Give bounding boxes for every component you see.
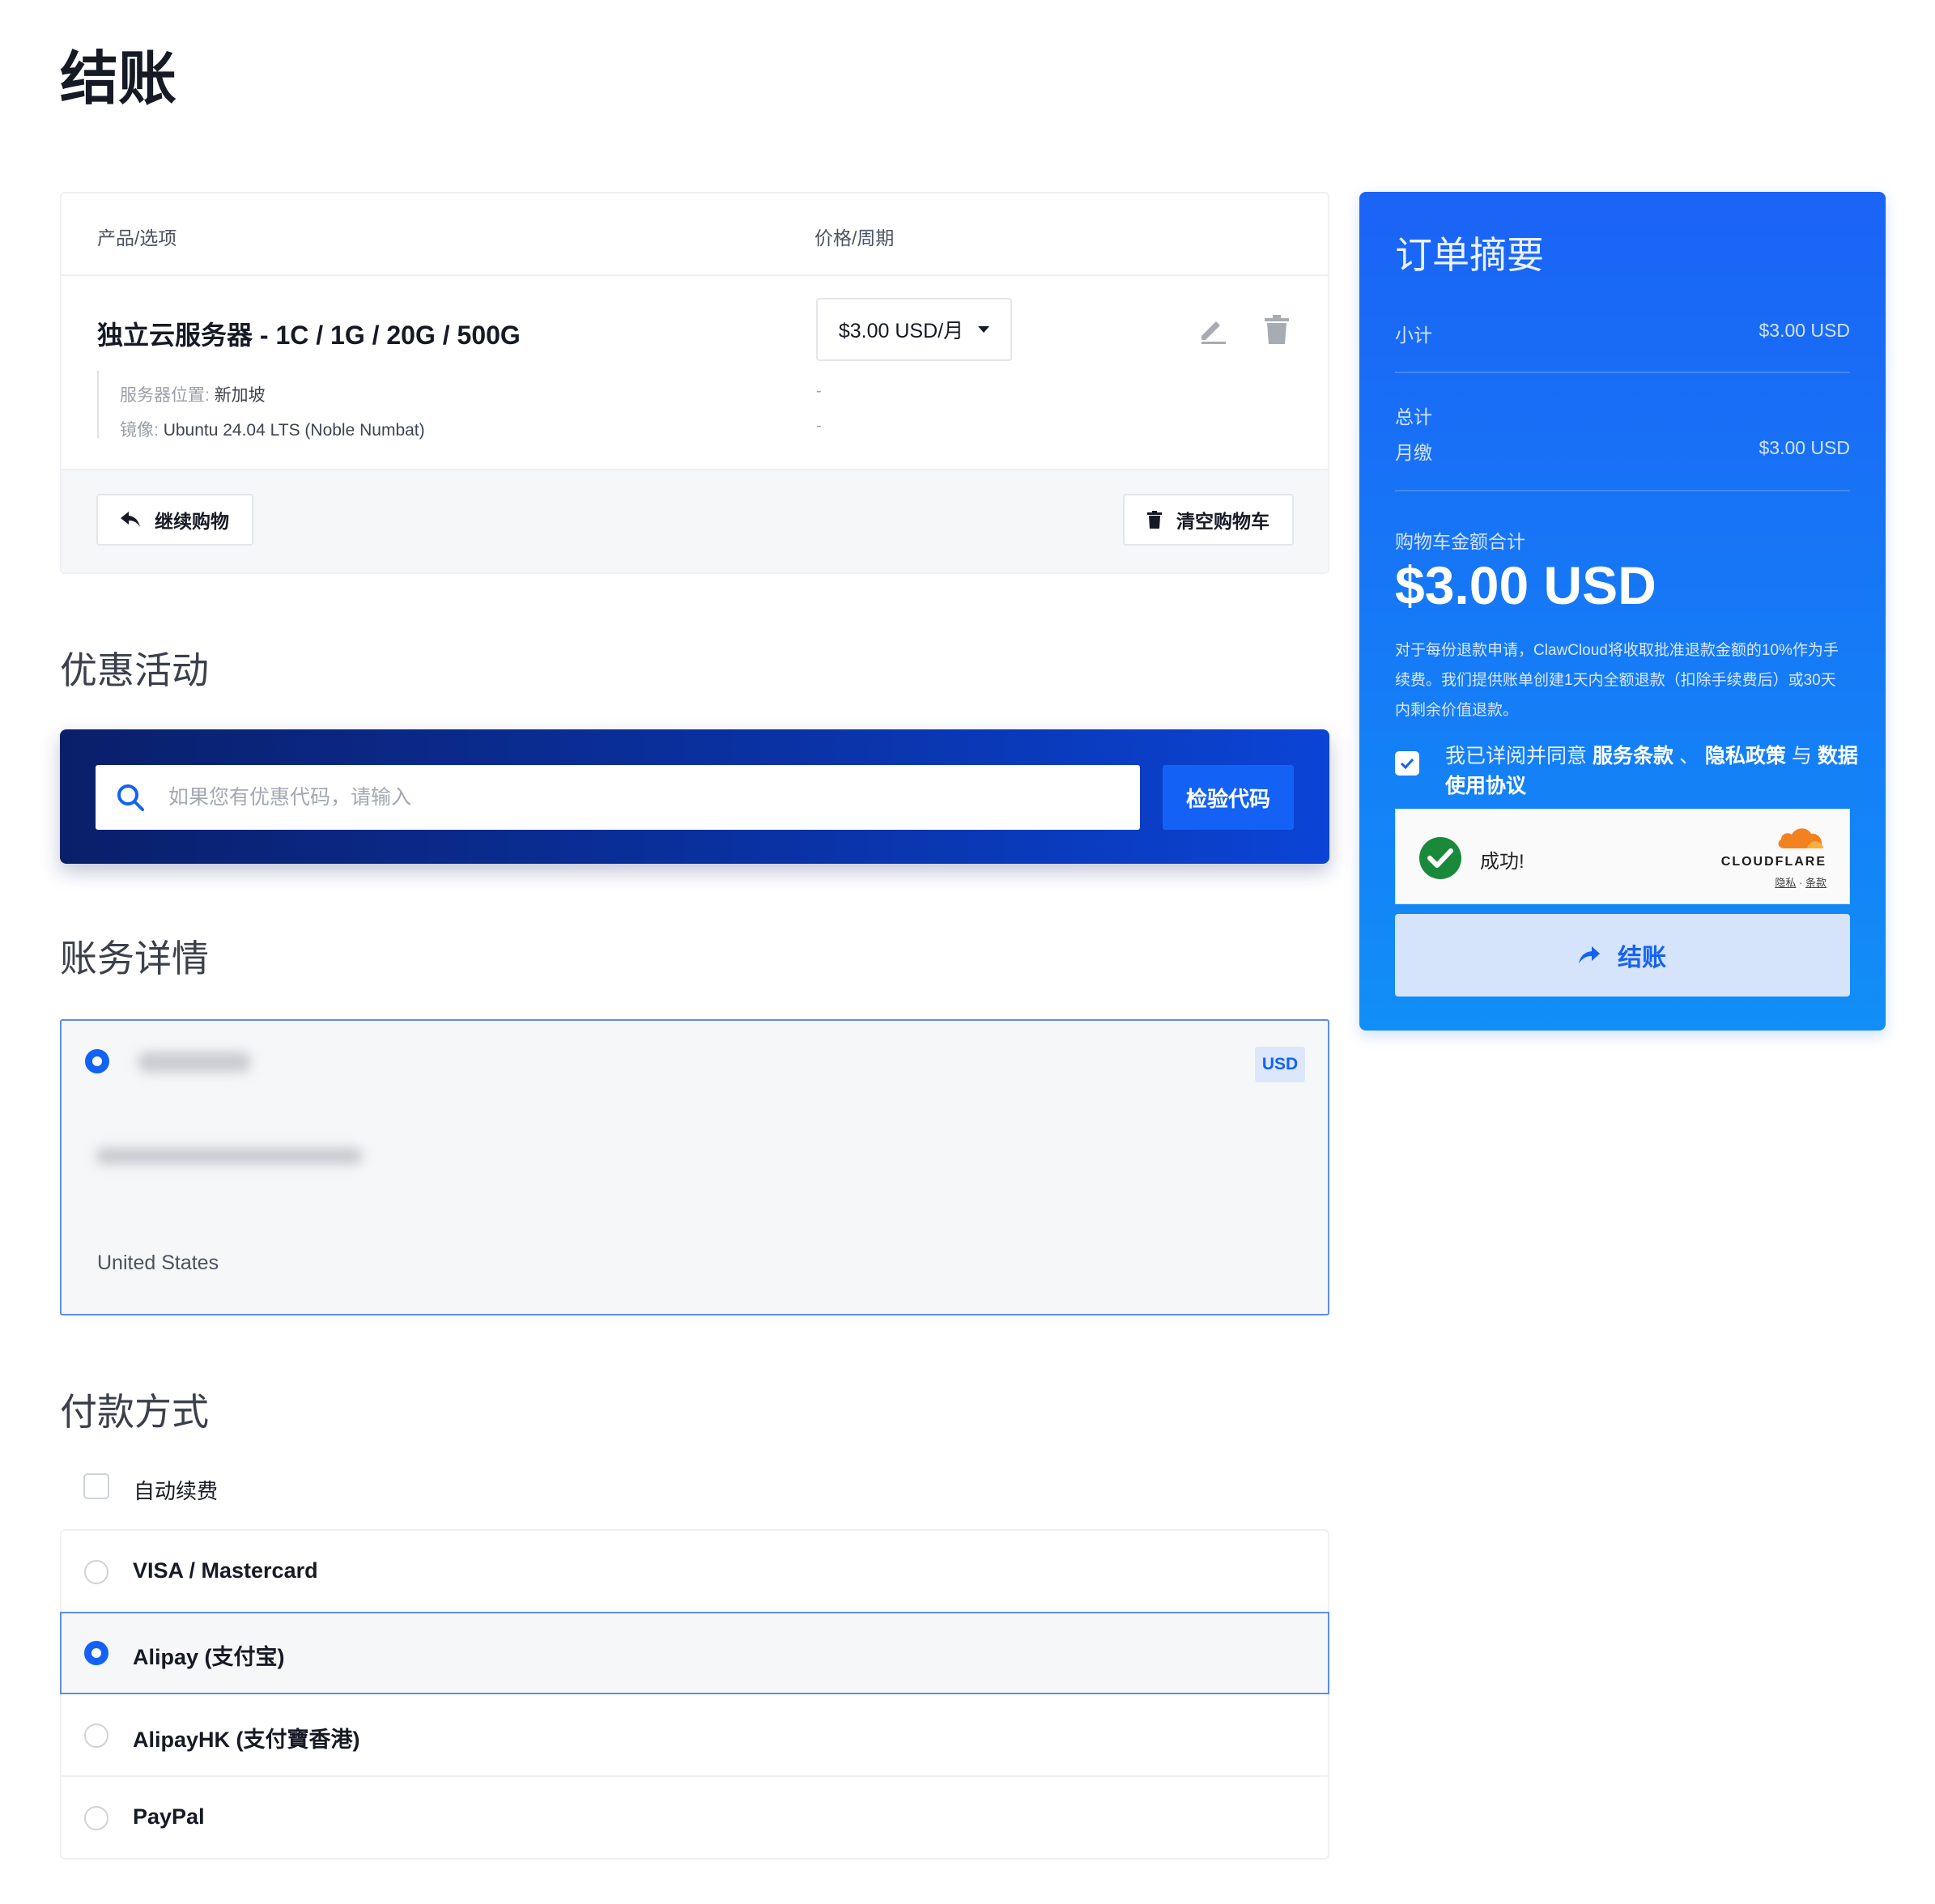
trash-icon[interactable] — [1265, 315, 1289, 348]
billing-cycle-value: $3.00 USD/月 — [838, 320, 964, 342]
options-rail — [97, 371, 99, 438]
option-price: - — [816, 417, 822, 435]
payment-section-title: 付款方式 — [60, 1391, 209, 1433]
payment-radio[interactable] — [84, 1641, 108, 1665]
share-arrow-icon — [1579, 946, 1600, 963]
cart-header: 产品/选项 价格/周期 — [62, 193, 1328, 276]
promo-section-title: 优惠活动 — [60, 649, 209, 691]
option-image: 镜像: Ubuntu 24.04 LTS (Noble Numbat) — [120, 421, 425, 440]
divider — [1395, 372, 1850, 373]
divider — [1395, 490, 1850, 491]
empty-cart-button[interactable]: 清空购物车 — [1123, 494, 1294, 546]
auto-renew-label: 自动续费 — [134, 1479, 219, 1503]
check-icon — [1400, 758, 1414, 769]
refund-policy-note: 对于每份退款申请，ClawCloud将收取批准退款金额的10%作为手续费。我们提… — [1395, 642, 1839, 719]
page-title: 结账 — [60, 47, 177, 112]
billing-cycle-select[interactable]: $3.00 USD/月 — [816, 298, 1012, 361]
captcha-terms-link[interactable]: 条款 — [1805, 877, 1827, 889]
promo-banner: 检验代码 — [60, 729, 1329, 864]
billing-section-title: 账务详情 — [60, 937, 209, 980]
agree-terms-checkbox[interactable] — [1395, 751, 1419, 776]
total-label: 总计 — [1395, 406, 1432, 427]
success-check-icon — [1419, 837, 1461, 879]
payment-method-paypal[interactable]: PayPal — [60, 1777, 1329, 1859]
cart-total-amount: $3.00 USD — [1395, 555, 1656, 615]
cloudflare-turnstile: 成功! CLOUDFLARE 隐私 · 条款 — [1395, 809, 1850, 904]
cart-total-label: 购物车金额合计 — [1395, 531, 1525, 552]
price-column-header: 价格/周期 — [814, 227, 895, 249]
billing-address-radio[interactable] — [85, 1049, 109, 1073]
order-summary-title: 订单摘要 — [1395, 234, 1544, 276]
continue-shopping-button[interactable]: 继续购物 — [96, 494, 253, 546]
privacy-policy-link[interactable]: 隐私政策 — [1705, 745, 1786, 767]
redacted-name — [138, 1052, 251, 1073]
agree-terms-text: 我已详阅并同意 服务条款 、 隐私政策 与 数据使用协议 — [1445, 745, 1858, 797]
payment-method-alipayhk[interactable]: AlipayHK (支付寶香港) — [60, 1694, 1329, 1777]
cart-card: 产品/选项 价格/周期 独立云服务器 - 1C / 1G / 20G / 500… — [60, 192, 1329, 574]
checkout-button[interactable]: 结账 — [1395, 914, 1850, 997]
edit-icon[interactable] — [1198, 315, 1227, 348]
product-column-header: 产品/选项 — [97, 227, 177, 249]
payment-methods-list: VISA / Mastercard Alipay (支付宝) AlipayHK … — [60, 1529, 1329, 1859]
auto-renew-checkbox[interactable] — [83, 1473, 109, 1499]
cloudflare-logo: CLOUDFLARE — [1720, 855, 1827, 869]
captcha-privacy-link[interactable]: 隐私 — [1775, 877, 1796, 889]
cloudflare-cloud-icon — [1778, 828, 1823, 848]
payment-method-visa[interactable]: VISA / Mastercard — [60, 1531, 1329, 1613]
caret-down-icon — [978, 326, 990, 333]
terms-of-service-link[interactable]: 服务条款 — [1593, 745, 1673, 767]
order-summary: 订单摘要 小计 $3.00 USD 总计 月缴 $3.00 USD 购物车金额合计 … — [1359, 192, 1886, 1031]
cart-footer: 继续购物 清空购物车 — [62, 469, 1328, 572]
payment-method-alipay[interactable]: Alipay (支付宝) — [60, 1612, 1329, 1694]
payment-radio[interactable] — [84, 1806, 108, 1830]
monthly-row: 月缴 $3.00 USD — [1395, 437, 1850, 463]
promo-input-wrap — [96, 765, 1140, 830]
currency-badge: USD — [1255, 1047, 1305, 1082]
payment-radio[interactable] — [84, 1723, 108, 1748]
option-server-location: 服务器位置: 新加坡 — [120, 386, 266, 405]
subtotal-row: 小计 $3.00 USD — [1395, 320, 1850, 346]
billing-country: United States — [97, 1252, 219, 1274]
billing-address-card[interactable]: USD United States — [60, 1019, 1329, 1315]
payment-radio[interactable] — [84, 1560, 108, 1584]
promo-code-input[interactable] — [167, 784, 1140, 810]
trash-icon — [1147, 511, 1162, 529]
option-price: - — [816, 382, 822, 400]
search-icon — [117, 784, 144, 811]
product-name: 独立云服务器 - 1C / 1G / 20G / 500G — [97, 321, 521, 350]
validate-code-button[interactable]: 检验代码 — [1163, 765, 1294, 830]
redacted-email — [96, 1147, 363, 1165]
reply-arrow-icon — [121, 512, 140, 527]
captcha-links: 隐私 · 条款 — [1775, 877, 1827, 889]
captcha-status: 成功! — [1480, 851, 1525, 873]
